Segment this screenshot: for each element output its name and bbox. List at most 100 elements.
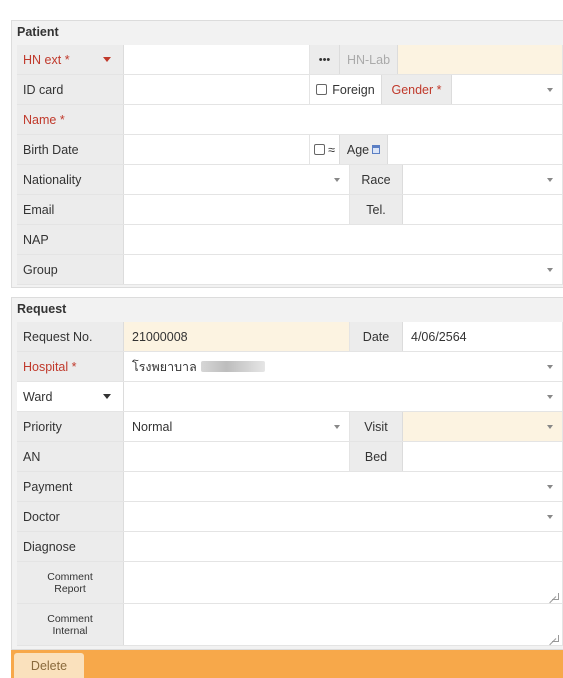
patient-section-title: Patient: [17, 25, 59, 39]
email-label: Email: [17, 195, 124, 224]
hn-ext-label: HN ext: [23, 52, 62, 67]
ward-select[interactable]: [124, 382, 563, 411]
bed-input[interactable]: [403, 442, 563, 471]
hospital-row: Hospital * โรงพยาบาล: [17, 352, 563, 382]
chevron-down-icon: [547, 425, 553, 429]
chevron-down-icon: [103, 57, 111, 62]
hn-ext-input[interactable]: [124, 45, 310, 74]
hospital-value: โรงพยาบาล: [132, 359, 197, 374]
approx-checkbox[interactable]: ≈: [310, 135, 340, 164]
nationality-row: Nationality Race: [17, 165, 563, 195]
age-label: Age: [340, 135, 388, 164]
visit-select[interactable]: [403, 412, 563, 441]
tel-label: Tel.: [350, 195, 403, 224]
hn-ext-row: HN ext * ••• HN-Lab: [17, 45, 563, 75]
doctor-select[interactable]: [124, 502, 563, 531]
priority-label: Priority: [17, 412, 124, 441]
hospital-label-text: Hospital: [23, 359, 69, 374]
request-no-label: Request No.: [17, 322, 124, 351]
diagnose-input[interactable]: [124, 532, 563, 561]
date-input[interactable]: 4/06/2564: [403, 322, 563, 351]
name-row: Name *: [17, 105, 563, 135]
doctor-label: Doctor: [17, 502, 124, 531]
comment-report-row: Comment Report: [17, 562, 563, 604]
nap-label: NAP: [17, 225, 124, 254]
date-label: Date: [350, 322, 403, 351]
nationality-select[interactable]: [124, 165, 350, 194]
comment-report-label: Comment Report: [17, 562, 124, 603]
payment-row: Payment: [17, 472, 563, 502]
id-card-row: ID card Foreign Gender *: [17, 75, 563, 105]
email-row: Email Tel.: [17, 195, 563, 225]
priority-row: Priority Normal Visit: [17, 412, 563, 442]
patient-panel: Patient HN ext * ••• HN-Lab ID card Fore…: [11, 20, 563, 288]
gender-label: Gender *: [382, 75, 452, 104]
hn-ext-dropdown[interactable]: HN ext *: [17, 45, 124, 74]
comment-report-label-line1: Comment: [47, 570, 93, 583]
race-label: Race: [350, 165, 403, 194]
required-mark: *: [71, 359, 77, 374]
comment-internal-label-line1: Comment: [47, 612, 93, 625]
race-select[interactable]: [403, 165, 563, 194]
comment-internal-textarea[interactable]: [124, 604, 563, 645]
request-panel: Request Request No. 21000008 Date 4/06/2…: [11, 297, 563, 650]
an-row: AN Bed: [17, 442, 563, 472]
chevron-down-icon: [547, 515, 553, 519]
nap-row: NAP: [17, 225, 563, 255]
age-input[interactable]: [388, 135, 563, 164]
hospital-label: Hospital *: [17, 352, 124, 381]
comment-report-textarea[interactable]: [124, 562, 563, 603]
birth-date-label: Birth Date: [17, 135, 124, 164]
gender-label-text: Gender: [391, 82, 434, 97]
hn-lab-label: HN-Lab: [340, 45, 398, 74]
priority-select[interactable]: Normal: [124, 412, 350, 441]
chevron-down-icon: [334, 425, 340, 429]
priority-value: Normal: [132, 419, 173, 434]
chevron-down-icon: [547, 485, 553, 489]
required-mark: *: [436, 82, 442, 97]
request-no-input[interactable]: 21000008: [124, 322, 350, 351]
chevron-down-icon: [547, 268, 553, 272]
ward-dropdown[interactable]: Ward: [17, 382, 124, 411]
calendar-icon[interactable]: [372, 145, 381, 154]
redacted-text: [200, 361, 265, 372]
ward-label: Ward: [23, 389, 53, 404]
birth-date-input[interactable]: [124, 135, 310, 164]
payment-select[interactable]: [124, 472, 563, 501]
request-section-title: Request: [17, 302, 67, 316]
name-input[interactable]: [124, 105, 563, 134]
more-button[interactable]: •••: [310, 45, 340, 74]
footer-bar: Delete: [11, 650, 563, 678]
chevron-down-icon: [334, 178, 340, 182]
visit-label: Visit: [350, 412, 403, 441]
comment-internal-label: Comment Internal: [17, 604, 124, 645]
bed-label: Bed: [350, 442, 403, 471]
hn-lab-input[interactable]: [398, 45, 563, 74]
hospital-select[interactable]: โรงพยาบาล: [124, 352, 563, 381]
an-input[interactable]: [124, 442, 350, 471]
chevron-down-icon: [547, 178, 553, 182]
chevron-down-icon: [103, 394, 111, 399]
resize-handle-icon[interactable]: [552, 635, 559, 642]
delete-button[interactable]: Delete: [14, 653, 84, 678]
group-select[interactable]: [124, 255, 563, 284]
request-no-row: Request No. 21000008 Date 4/06/2564: [17, 322, 563, 352]
group-label: Group: [17, 255, 124, 284]
tel-input[interactable]: [403, 195, 563, 224]
foreign-checkbox[interactable]: Foreign: [310, 75, 382, 104]
ward-row: Ward: [17, 382, 563, 412]
comment-internal-label-line2: Internal: [52, 624, 88, 637]
diagnose-row: Diagnose: [17, 532, 563, 562]
resize-handle-icon[interactable]: [552, 593, 559, 600]
nap-input[interactable]: [124, 225, 563, 254]
payment-label: Payment: [17, 472, 124, 501]
comment-report-label-line2: Report: [54, 582, 86, 595]
approx-checkbox-box[interactable]: [314, 144, 326, 155]
gender-select[interactable]: [452, 75, 563, 104]
foreign-checkbox-box[interactable]: [316, 84, 328, 95]
required-mark: *: [64, 52, 70, 67]
id-card-input[interactable]: [124, 75, 310, 104]
email-input[interactable]: [124, 195, 350, 224]
diagnose-label: Diagnose: [17, 532, 124, 561]
nationality-label: Nationality: [17, 165, 124, 194]
